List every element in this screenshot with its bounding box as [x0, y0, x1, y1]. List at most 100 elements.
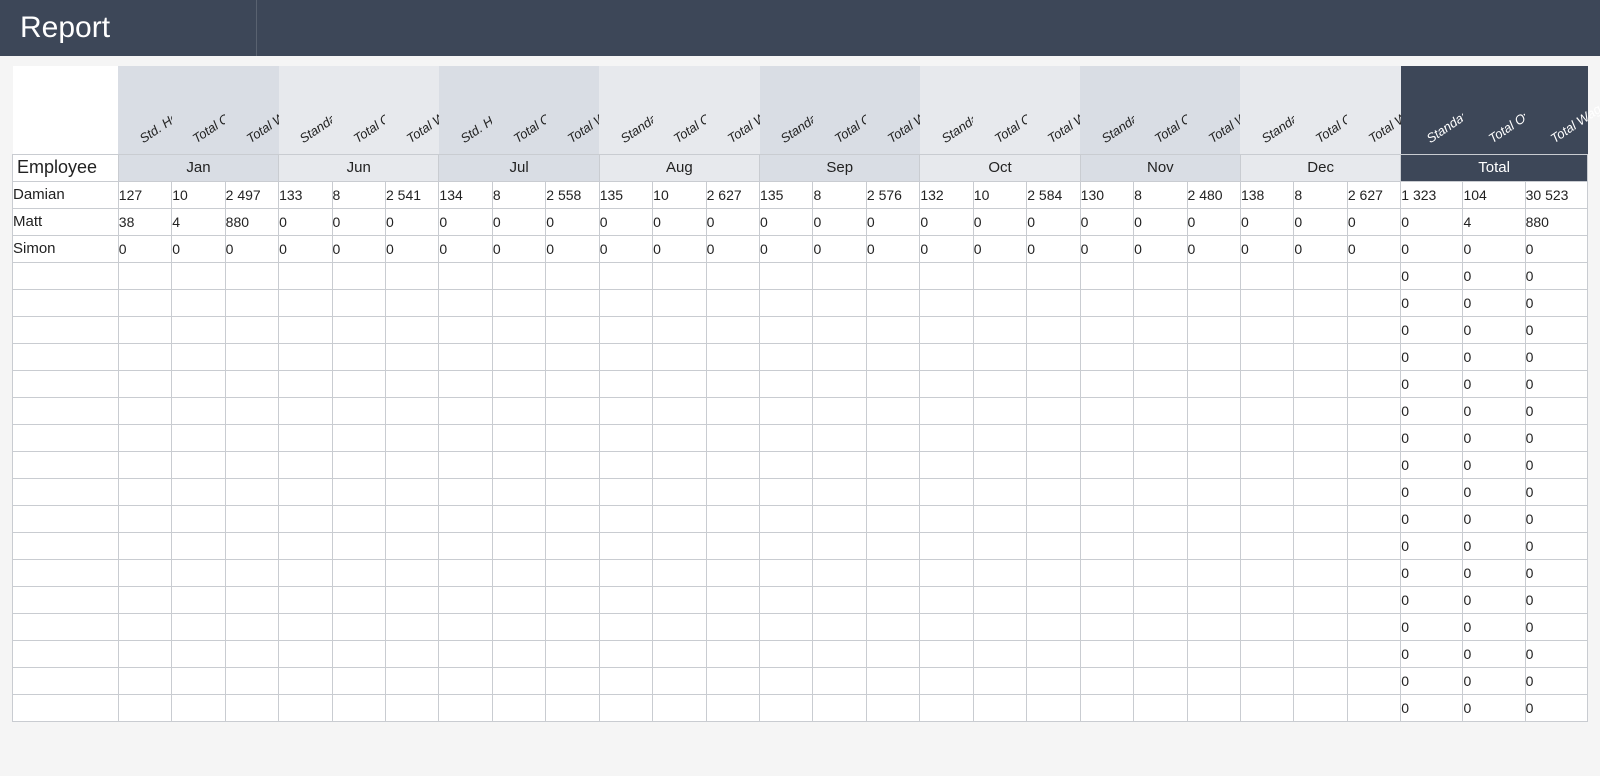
data-cell: 135: [599, 181, 652, 208]
data-cell: [706, 316, 759, 343]
data-cell: [1347, 451, 1400, 478]
data-cell: [439, 424, 492, 451]
data-cell: 2 584: [1027, 181, 1080, 208]
data-cell: [1347, 505, 1400, 532]
data-cell: [653, 424, 706, 451]
col-header-Dec-0: Standard Hours: [1240, 66, 1293, 154]
data-cell: [225, 667, 278, 694]
data-cell: [760, 505, 813, 532]
data-cell: [385, 505, 438, 532]
data-cell: [225, 559, 278, 586]
data-cell: [118, 316, 171, 343]
data-cell: [118, 613, 171, 640]
data-cell: [1027, 451, 1080, 478]
data-cell: [279, 640, 332, 667]
data-cell: [172, 451, 225, 478]
data-cell: [920, 289, 973, 316]
employee-name-cell: Damian: [13, 181, 119, 208]
data-cell: [118, 370, 171, 397]
col-header-Jan-0: Std. Hours: [118, 66, 171, 154]
data-cell: [1240, 640, 1293, 667]
data-cell: [118, 505, 171, 532]
data-cell: [973, 451, 1026, 478]
data-cell: [439, 667, 492, 694]
data-cell: [172, 262, 225, 289]
data-cell: [1187, 289, 1240, 316]
total-cell: 0: [1401, 289, 1463, 316]
data-cell: [653, 559, 706, 586]
data-cell: [760, 424, 813, 451]
data-cell: [973, 289, 1026, 316]
data-cell: [172, 343, 225, 370]
col-header-total-1: Total Overtime: [1463, 66, 1525, 154]
employee-name-cell: [13, 343, 119, 370]
table-row: 000: [13, 451, 1588, 478]
data-cell: [172, 505, 225, 532]
employee-header: Employee: [13, 154, 119, 181]
total-cell: 0: [1401, 343, 1463, 370]
data-cell: 134: [439, 181, 492, 208]
data-cell: [1080, 667, 1133, 694]
data-cell: [760, 478, 813, 505]
data-cell: [118, 478, 171, 505]
employee-name-cell: [13, 613, 119, 640]
data-cell: 127: [118, 181, 171, 208]
data-cell: [653, 370, 706, 397]
data-cell: [920, 694, 973, 721]
data-cell: [1080, 262, 1133, 289]
data-cell: [973, 424, 1026, 451]
data-cell: [1187, 370, 1240, 397]
data-cell: [813, 478, 866, 505]
col-header-Sep-0: Standard Hours: [760, 66, 813, 154]
data-cell: [1240, 424, 1293, 451]
data-cell: [492, 667, 545, 694]
data-cell: [813, 667, 866, 694]
data-cell: [279, 586, 332, 613]
total-cell: 0: [1525, 613, 1587, 640]
month-header-Jul: Jul: [439, 154, 599, 181]
data-cell: [225, 424, 278, 451]
data-cell: [1080, 640, 1133, 667]
data-cell: [1240, 451, 1293, 478]
data-cell: [492, 586, 545, 613]
data-cell: [1080, 316, 1133, 343]
data-cell: [760, 343, 813, 370]
data-cell: [1240, 397, 1293, 424]
data-cell: [706, 397, 759, 424]
data-cell: [279, 316, 332, 343]
data-cell: [706, 505, 759, 532]
data-cell: [973, 316, 1026, 343]
data-cell: [1187, 694, 1240, 721]
data-cell: 135: [760, 181, 813, 208]
data-cell: [1080, 397, 1133, 424]
data-cell: [546, 613, 599, 640]
data-cell: [546, 397, 599, 424]
col-header-Oct-2: Total Wage: [1027, 66, 1080, 154]
data-cell: 2 497: [225, 181, 278, 208]
data-cell: [760, 586, 813, 613]
data-cell: [1294, 397, 1347, 424]
data-cell: [1347, 424, 1400, 451]
total-cell: 880: [1525, 208, 1587, 235]
data-cell: [1347, 343, 1400, 370]
data-cell: 0: [332, 235, 385, 262]
total-cell: 0: [1525, 640, 1587, 667]
col-header-Sep-2: Total Wage: [866, 66, 919, 154]
data-cell: [1134, 424, 1187, 451]
data-cell: [332, 424, 385, 451]
total-cell: 0: [1525, 316, 1587, 343]
header-corner-top: [13, 66, 119, 154]
data-cell: [1134, 370, 1187, 397]
total-cell: 0: [1463, 694, 1525, 721]
data-cell: [332, 451, 385, 478]
data-cell: 0: [1347, 235, 1400, 262]
data-cell: [1027, 640, 1080, 667]
total-cell: 0: [1401, 667, 1463, 694]
data-cell: [1347, 289, 1400, 316]
table-row: Matt38488000000000000000000000004880: [13, 208, 1588, 235]
data-cell: [599, 397, 652, 424]
data-cell: [332, 262, 385, 289]
data-cell: 0: [973, 235, 1026, 262]
data-cell: [546, 343, 599, 370]
month-header-Oct: Oct: [920, 154, 1080, 181]
